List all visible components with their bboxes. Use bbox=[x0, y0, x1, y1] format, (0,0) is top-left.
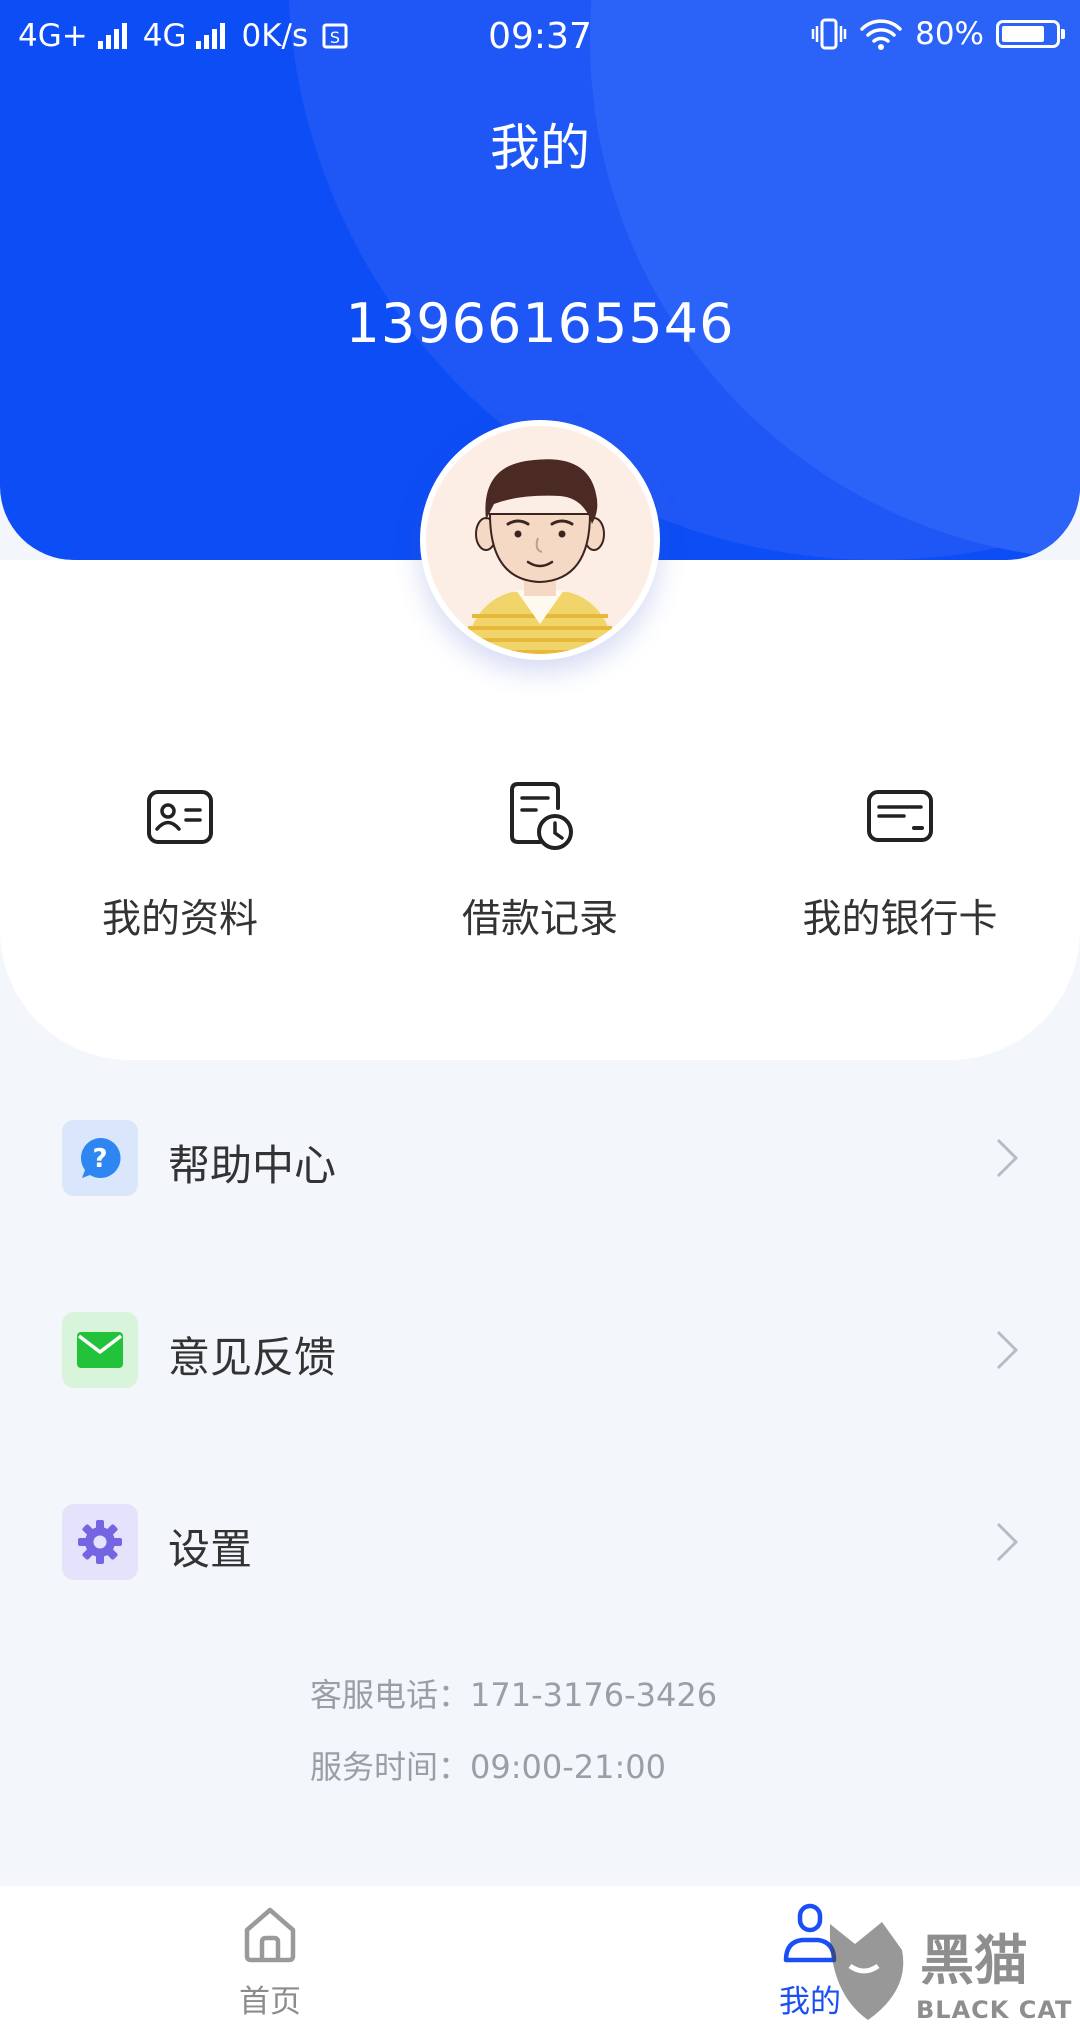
quick-action-label: 我的银行卡 bbox=[802, 897, 998, 942]
chevron-right-icon bbox=[996, 1330, 1019, 1370]
quick-action-profile[interactable]: 我的资料 bbox=[0, 780, 360, 970]
watermark-brand: 黑猫 bbox=[920, 1929, 1028, 1992]
chevron-right-icon bbox=[996, 1522, 1019, 1562]
watermark-sub: BLACK CAT bbox=[916, 1996, 1073, 2024]
wifi-icon bbox=[860, 19, 902, 50]
mail-envelope-icon bbox=[62, 1312, 138, 1388]
bank-card-icon bbox=[867, 790, 933, 842]
watermark-logo: 黑猫 BLACK CAT bbox=[820, 1912, 1080, 2034]
menu-item-feedback[interactable]: 意见反馈 bbox=[0, 1284, 1080, 1414]
vibrate-icon bbox=[811, 18, 847, 50]
avatar[interactable] bbox=[420, 420, 660, 660]
svg-text:?: ? bbox=[92, 1144, 107, 1174]
quick-action-bank-card[interactable]: 我的银行卡 bbox=[720, 780, 1080, 970]
id-card-icon bbox=[147, 790, 213, 844]
service-hours: 服务时间：09:00-21:00 bbox=[310, 1748, 666, 1786]
battery-percent: 80% bbox=[915, 16, 984, 52]
customer-service-phone: 客服电话：171-3176-3426 bbox=[310, 1676, 718, 1714]
quick-action-label: 我的资料 bbox=[101, 897, 258, 942]
quick-action-loan-records[interactable]: 借款记录 bbox=[360, 780, 720, 970]
help-question-icon: ? bbox=[62, 1120, 138, 1196]
tab-home[interactable]: 首页 bbox=[200, 1902, 340, 2021]
tab-label: 首页 bbox=[239, 1984, 301, 2020]
menu-item-label: 帮助中心 bbox=[168, 1141, 337, 1190]
chevron-right-icon bbox=[996, 1138, 1019, 1178]
page-title: 我的 bbox=[490, 119, 590, 177]
black-cat-logo-icon bbox=[829, 1922, 904, 2020]
home-icon bbox=[244, 1907, 296, 1963]
document-clock-icon bbox=[510, 782, 573, 850]
user-avatar-illustration-icon bbox=[426, 426, 654, 654]
user-phone-number: 13966165546 bbox=[345, 292, 735, 355]
menu-item-settings[interactable]: 设置 bbox=[0, 1476, 1080, 1606]
status-right: 80% bbox=[811, 16, 1065, 52]
menu-item-label: 意见反馈 bbox=[168, 1333, 337, 1382]
quick-action-label: 借款记录 bbox=[461, 897, 618, 942]
status-bar: 4G+ 4G 0K/s S 09:37 80% bbox=[0, 0, 1080, 72]
battery-icon bbox=[996, 20, 1065, 48]
settings-gear-icon bbox=[62, 1504, 138, 1580]
menu-item-label: 设置 bbox=[168, 1525, 253, 1574]
menu-item-help-center[interactable]: ? 帮助中心 bbox=[0, 1092, 1080, 1222]
